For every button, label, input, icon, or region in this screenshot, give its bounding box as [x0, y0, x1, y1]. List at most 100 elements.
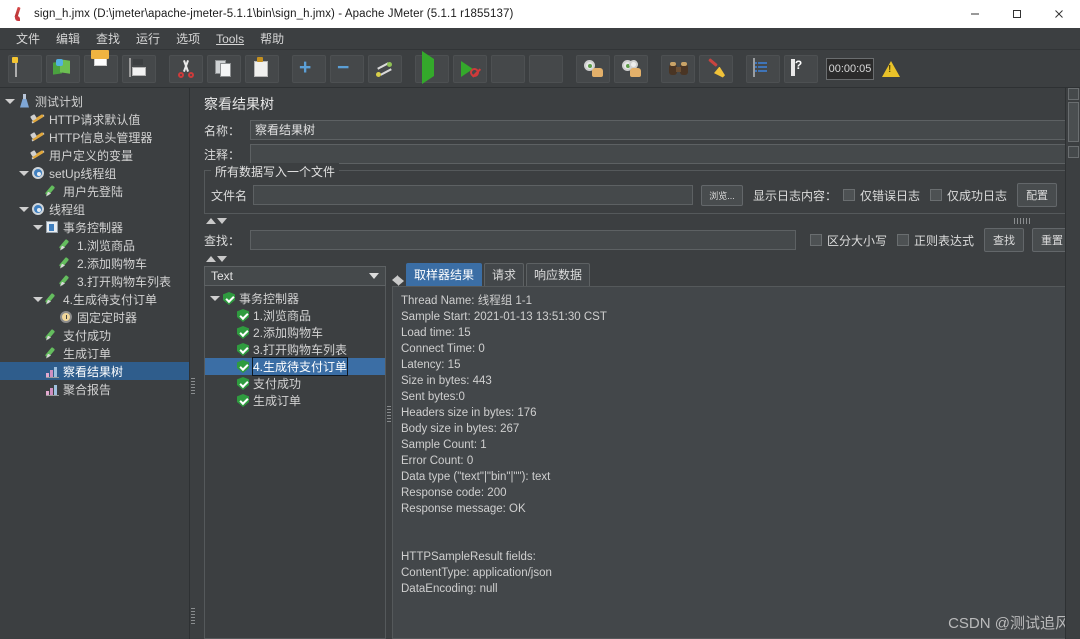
menu-search[interactable]: 查找	[88, 28, 128, 49]
case-sensitive-checkbox[interactable]: 区分大小写	[810, 232, 887, 249]
tab-scroll-right-icon[interactable]	[398, 276, 404, 286]
tree-item[interactable]: 3.打开购物车列表	[0, 272, 189, 290]
splitter-grip[interactable]	[1014, 218, 1032, 224]
find-button[interactable]: 查找	[984, 228, 1024, 252]
tree-item[interactable]: 测试计划	[0, 92, 189, 110]
splitter-up-arrow[interactable]	[206, 218, 216, 224]
maximize-button[interactable]	[996, 0, 1038, 28]
expand-caret-icon[interactable]	[4, 96, 15, 107]
errors-only-checkbox-box[interactable]	[843, 189, 855, 201]
start-button[interactable]	[415, 55, 449, 83]
tree-item[interactable]: 4.生成待支付订单	[0, 290, 189, 308]
start-no-pauses-button[interactable]	[453, 55, 487, 83]
tree-item[interactable]: 2.添加购物车	[0, 254, 189, 272]
clear-button[interactable]	[576, 55, 610, 83]
renderer-dropdown[interactable]: Text	[204, 266, 386, 286]
configure-button[interactable]: 配置	[1017, 183, 1057, 207]
paste-button[interactable]	[245, 55, 279, 83]
tree-item[interactable]: 线程组	[0, 200, 189, 218]
tab-scroll-buttons[interactable]	[392, 274, 404, 286]
menu-run[interactable]: 运行	[128, 28, 168, 49]
result-item[interactable]: 2.添加购物车	[205, 324, 385, 341]
tree-item[interactable]: 1.浏览商品	[0, 236, 189, 254]
tree-item[interactable]: 支付成功	[0, 326, 189, 344]
toggle-button[interactable]	[368, 55, 402, 83]
success-only-checkbox[interactable]: 仅成功日志	[930, 187, 1007, 204]
results-tree[interactable]: 事务控制器1.浏览商品2.添加购物车3.打开购物车列表4.生成待支付订单支付成功…	[204, 286, 386, 639]
menu-options[interactable]: 选项	[168, 28, 208, 49]
cut-button[interactable]	[169, 55, 203, 83]
function-helper-button[interactable]	[746, 55, 780, 83]
reset-search-button[interactable]	[699, 55, 733, 83]
expand-all-button[interactable]: +	[292, 55, 326, 83]
close-button[interactable]	[1038, 0, 1080, 28]
copy-button[interactable]	[207, 55, 241, 83]
tree-item[interactable]: 用户定义的变量	[0, 146, 189, 164]
tab-request[interactable]: 请求	[484, 263, 524, 286]
result-item[interactable]: 3.打开购物车列表	[205, 341, 385, 358]
result-item[interactable]: 支付成功	[205, 375, 385, 392]
menu-file[interactable]: 文件	[8, 28, 48, 49]
menu-help[interactable]: 帮助	[252, 28, 292, 49]
menu-tools[interactable]: Tools	[208, 30, 252, 48]
success-only-checkbox-box[interactable]	[930, 189, 942, 201]
result-item[interactable]: 事务控制器	[205, 290, 385, 307]
tree-item[interactable]: 事务控制器	[0, 218, 189, 236]
horizontal-splitter-top[interactable]	[204, 216, 1072, 226]
tab-sampler-result[interactable]: 取样器结果	[406, 263, 482, 286]
scroll-down-button[interactable]	[1068, 146, 1079, 158]
templates-icon	[53, 59, 73, 79]
collapse-all-button[interactable]: −	[330, 55, 364, 83]
main-vertical-scrollbar[interactable]	[1065, 88, 1080, 639]
templates-button[interactable]	[46, 55, 80, 83]
scroll-thumb[interactable]	[1068, 102, 1079, 142]
result-item-label: 3.打开购物车列表	[253, 341, 347, 358]
open-button[interactable]	[84, 55, 118, 83]
clear-all-button[interactable]	[614, 55, 648, 83]
browse-button[interactable]: 浏览...	[701, 185, 743, 206]
tree-item[interactable]: 固定定时器	[0, 308, 189, 326]
comment-input[interactable]	[250, 144, 1072, 164]
help-button[interactable]	[784, 55, 818, 83]
splitter-arrows-2[interactable]	[206, 256, 227, 262]
shutdown-button[interactable]	[529, 55, 563, 83]
splitter-down-arrow-2[interactable]	[217, 256, 227, 262]
expand-caret-icon[interactable]	[18, 168, 29, 179]
filename-input[interactable]	[253, 185, 693, 205]
tree-item[interactable]: 聚合报告	[0, 380, 189, 398]
warning-triangle-icon[interactable]	[882, 61, 900, 77]
expand-caret-icon[interactable]	[209, 293, 220, 304]
regex-checkbox[interactable]: 正则表达式	[897, 232, 974, 249]
horizontal-splitter-bottom[interactable]	[204, 254, 1072, 264]
search-input[interactable]	[250, 230, 796, 250]
name-input[interactable]: 察看结果树	[250, 120, 1072, 140]
tree-item[interactable]: 生成订单	[0, 344, 189, 362]
expand-caret-icon[interactable]	[18, 204, 29, 215]
search-button[interactable]	[661, 55, 695, 83]
regex-checkbox-box[interactable]	[897, 234, 909, 246]
expand-caret-icon[interactable]	[32, 222, 43, 233]
result-item[interactable]: 4.生成待支付订单	[205, 358, 385, 375]
menu-edit[interactable]: 编辑	[48, 28, 88, 49]
tree-item[interactable]: setUp线程组	[0, 164, 189, 182]
splitter-arrows[interactable]	[206, 218, 227, 224]
scroll-up-button[interactable]	[1068, 88, 1079, 100]
save-button[interactable]	[122, 55, 156, 83]
stop-button[interactable]	[491, 55, 525, 83]
tab-response-data[interactable]: 响应数据	[526, 263, 590, 286]
case-sensitive-checkbox-box[interactable]	[810, 234, 822, 246]
errors-only-checkbox[interactable]: 仅错误日志	[843, 187, 920, 204]
new-button[interactable]	[8, 55, 42, 83]
splitter-down-arrow[interactable]	[217, 218, 227, 224]
tree-item[interactable]: 察看结果树	[0, 362, 189, 380]
expand-caret-icon[interactable]	[32, 294, 43, 305]
result-item[interactable]: 生成订单	[205, 392, 385, 409]
result-item[interactable]: 1.浏览商品	[205, 307, 385, 324]
tree-item[interactable]: HTTP请求默认值	[0, 110, 189, 128]
sampler-result-text[interactable]: Thread Name: 线程组 1-1Sample Start: 2021-0…	[392, 286, 1078, 639]
test-plan-tree[interactable]: 测试计划HTTP请求默认值HTTP信息头管理器用户定义的变量setUp线程组用户…	[0, 88, 190, 639]
minimize-button[interactable]	[954, 0, 996, 28]
splitter-up-arrow-2[interactable]	[206, 256, 216, 262]
tree-item[interactable]: 用户先登陆	[0, 182, 189, 200]
tree-item[interactable]: HTTP信息头管理器	[0, 128, 189, 146]
